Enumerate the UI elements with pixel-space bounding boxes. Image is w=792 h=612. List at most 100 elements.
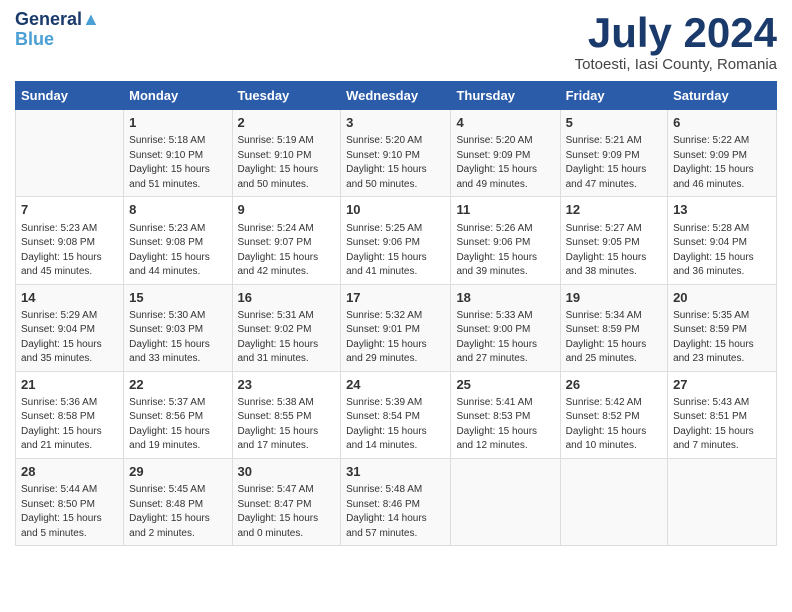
calendar-week-row: 28 Sunrise: 5:44 AM Sunset: 8:50 PM Dayli… [16, 458, 777, 545]
day-details: Sunrise: 5:41 AM Sunset: 8:53 PM Dayligh… [456, 396, 554, 454]
day-number: 26 [566, 376, 662, 394]
day-number: 16 [238, 289, 336, 307]
calendar-day-cell: 11 Sunrise: 5:26 AM Sunset: 9:06 PM Dayli… [451, 197, 560, 284]
day-details: Sunrise: 5:32 AM Sunset: 9:01 PM Dayligh… [346, 309, 445, 367]
day-number: 31 [346, 463, 445, 481]
calendar-day-cell: 17 Sunrise: 5:32 AM Sunset: 9:01 PM Dayli… [341, 284, 451, 371]
day-details: Sunrise: 5:27 AM Sunset: 9:05 PM Dayligh… [566, 222, 662, 280]
calendar-table: SundayMondayTuesdayWednesdayThursdayFrid… [15, 81, 777, 546]
day-number: 25 [456, 376, 554, 394]
day-number: 3 [346, 114, 445, 132]
day-details: Sunrise: 5:36 AM Sunset: 8:58 PM Dayligh… [21, 396, 118, 454]
day-details: Sunrise: 5:26 AM Sunset: 9:06 PM Dayligh… [456, 222, 554, 280]
day-number: 23 [238, 376, 336, 394]
day-number: 30 [238, 463, 336, 481]
calendar-body: 1 Sunrise: 5:18 AM Sunset: 9:10 PM Daylig… [16, 110, 777, 546]
title-area: July 2024 Totoesti, Iasi County, Romania [575, 10, 777, 73]
calendar-week-row: 14 Sunrise: 5:29 AM Sunset: 9:04 PM Dayli… [16, 284, 777, 371]
day-number: 11 [456, 201, 554, 219]
day-number: 14 [21, 289, 118, 307]
day-number: 9 [238, 201, 336, 219]
day-details: Sunrise: 5:43 AM Sunset: 8:51 PM Dayligh… [673, 396, 771, 454]
calendar-day-cell: 28 Sunrise: 5:44 AM Sunset: 8:50 PM Dayli… [16, 458, 124, 545]
day-details: Sunrise: 5:48 AM Sunset: 8:46 PM Dayligh… [346, 483, 445, 541]
day-details: Sunrise: 5:22 AM Sunset: 9:09 PM Dayligh… [673, 134, 771, 192]
day-details: Sunrise: 5:42 AM Sunset: 8:52 PM Dayligh… [566, 396, 662, 454]
calendar-day-cell: 5Sunrise: 5:21 AM Sunset: 9:09 PM Daylig… [560, 110, 667, 197]
calendar-day-cell: 9 Sunrise: 5:24 AM Sunset: 9:07 PM Daylig… [232, 197, 341, 284]
day-number: 20 [673, 289, 771, 307]
day-number: 5 [566, 114, 662, 132]
weekday-header: Sunday [16, 82, 124, 110]
day-details: Sunrise: 5:30 AM Sunset: 9:03 PM Dayligh… [129, 309, 226, 367]
day-details: Sunrise: 5:35 AM Sunset: 8:59 PM Dayligh… [673, 309, 771, 367]
calendar-day-cell: 12 Sunrise: 5:27 AM Sunset: 9:05 PM Dayli… [560, 197, 667, 284]
calendar-day-cell: 6Sunrise: 5:22 AM Sunset: 9:09 PM Daylig… [668, 110, 777, 197]
calendar-day-cell [668, 458, 777, 545]
day-number: 10 [346, 201, 445, 219]
logo-line2: Blue [15, 30, 100, 50]
day-details: Sunrise: 5:25 AM Sunset: 9:06 PM Dayligh… [346, 222, 445, 280]
day-number: 17 [346, 289, 445, 307]
calendar-day-cell: 21 Sunrise: 5:36 AM Sunset: 8:58 PM Dayli… [16, 371, 124, 458]
day-number: 22 [129, 376, 226, 394]
calendar-day-cell: 7Sunrise: 5:23 AM Sunset: 9:08 PM Daylig… [16, 197, 124, 284]
calendar-day-cell: 20 Sunrise: 5:35 AM Sunset: 8:59 PM Dayli… [668, 284, 777, 371]
day-details: Sunrise: 5:47 AM Sunset: 8:47 PM Dayligh… [238, 483, 336, 541]
weekday-header: Tuesday [232, 82, 341, 110]
calendar-day-cell: 3 Sunrise: 5:20 AM Sunset: 9:10 PM Daylig… [341, 110, 451, 197]
day-number: 24 [346, 376, 445, 394]
day-details: Sunrise: 5:18 AM Sunset: 9:10 PM Dayligh… [129, 134, 226, 192]
day-details: Sunrise: 5:20 AM Sunset: 9:09 PM Dayligh… [456, 134, 554, 192]
calendar-day-cell: 24Sunrise: 5:39 AM Sunset: 8:54 PM Dayli… [341, 371, 451, 458]
day-details: Sunrise: 5:23 AM Sunset: 9:08 PM Dayligh… [129, 222, 226, 280]
calendar-week-row: 7 Sunrise: 5:23 AM Sunset: 9:08 PM Daylig… [16, 197, 777, 284]
day-details: Sunrise: 5:38 AM Sunset: 8:55 PM Dayligh… [238, 396, 336, 454]
calendar-day-cell: 29 Sunrise: 5:45 AM Sunset: 8:48 PM Dayli… [124, 458, 232, 545]
day-details: Sunrise: 5:31 AM Sunset: 9:02 PM Dayligh… [238, 309, 336, 367]
header: General▲ Blue July 2024 Totoesti, Iasi C… [15, 10, 777, 73]
calendar-day-cell: 15 Sunrise: 5:30 AM Sunset: 9:03 PM Dayli… [124, 284, 232, 371]
day-details: Sunrise: 5:24 AM Sunset: 9:07 PM Dayligh… [238, 222, 336, 280]
day-number: 12 [566, 201, 662, 219]
calendar-day-cell: 8Sunrise: 5:23 AM Sunset: 9:08 PM Daylig… [124, 197, 232, 284]
header-row: SundayMondayTuesdayWednesdayThursdayFrid… [16, 82, 777, 110]
calendar-header: SundayMondayTuesdayWednesdayThursdayFrid… [16, 82, 777, 110]
day-number: 15 [129, 289, 226, 307]
day-details: Sunrise: 5:45 AM Sunset: 8:48 PM Dayligh… [129, 483, 226, 541]
calendar-day-cell: 23 Sunrise: 5:38 AM Sunset: 8:55 PM Dayli… [232, 371, 341, 458]
calendar-day-cell: 30 Sunrise: 5:47 AM Sunset: 8:47 PM Dayli… [232, 458, 341, 545]
weekday-header: Friday [560, 82, 667, 110]
day-number: 29 [129, 463, 226, 481]
day-number: 7 [21, 201, 118, 219]
day-details: Sunrise: 5:28 AM Sunset: 9:04 PM Dayligh… [673, 222, 771, 280]
calendar-day-cell: 14 Sunrise: 5:29 AM Sunset: 9:04 PM Dayli… [16, 284, 124, 371]
month-title: July 2024 [575, 10, 777, 56]
calendar-day-cell: 1 Sunrise: 5:18 AM Sunset: 9:10 PM Daylig… [124, 110, 232, 197]
day-number: 4 [456, 114, 554, 132]
day-details: Sunrise: 5:19 AM Sunset: 9:10 PM Dayligh… [238, 134, 336, 192]
calendar-day-cell: 16 Sunrise: 5:31 AM Sunset: 9:02 PM Dayli… [232, 284, 341, 371]
calendar-week-row: 1 Sunrise: 5:18 AM Sunset: 9:10 PM Daylig… [16, 110, 777, 197]
calendar-day-cell: 31 Sunrise: 5:48 AM Sunset: 8:46 PM Dayli… [341, 458, 451, 545]
day-details: Sunrise: 5:20 AM Sunset: 9:10 PM Dayligh… [346, 134, 445, 192]
calendar-day-cell: 2 Sunrise: 5:19 AM Sunset: 9:10 PM Daylig… [232, 110, 341, 197]
calendar-day-cell: 13Sunrise: 5:28 AM Sunset: 9:04 PM Dayli… [668, 197, 777, 284]
calendar-week-row: 21 Sunrise: 5:36 AM Sunset: 8:58 PM Dayli… [16, 371, 777, 458]
day-details: Sunrise: 5:37 AM Sunset: 8:56 PM Dayligh… [129, 396, 226, 454]
location: Totoesti, Iasi County, Romania [575, 56, 777, 73]
day-number: 28 [21, 463, 118, 481]
day-details: Sunrise: 5:29 AM Sunset: 9:04 PM Dayligh… [21, 309, 118, 367]
day-number: 27 [673, 376, 771, 394]
weekday-header: Wednesday [341, 82, 451, 110]
calendar-day-cell [16, 110, 124, 197]
calendar-day-cell: 25 Sunrise: 5:41 AM Sunset: 8:53 PM Dayli… [451, 371, 560, 458]
day-number: 1 [129, 114, 226, 132]
calendar-day-cell: 18Sunrise: 5:33 AM Sunset: 9:00 PM Dayli… [451, 284, 560, 371]
calendar-day-cell: 10 Sunrise: 5:25 AM Sunset: 9:06 PM Dayli… [341, 197, 451, 284]
calendar-day-cell [451, 458, 560, 545]
day-number: 2 [238, 114, 336, 132]
day-details: Sunrise: 5:44 AM Sunset: 8:50 PM Dayligh… [21, 483, 118, 541]
day-number: 21 [21, 376, 118, 394]
day-number: 18 [456, 289, 554, 307]
